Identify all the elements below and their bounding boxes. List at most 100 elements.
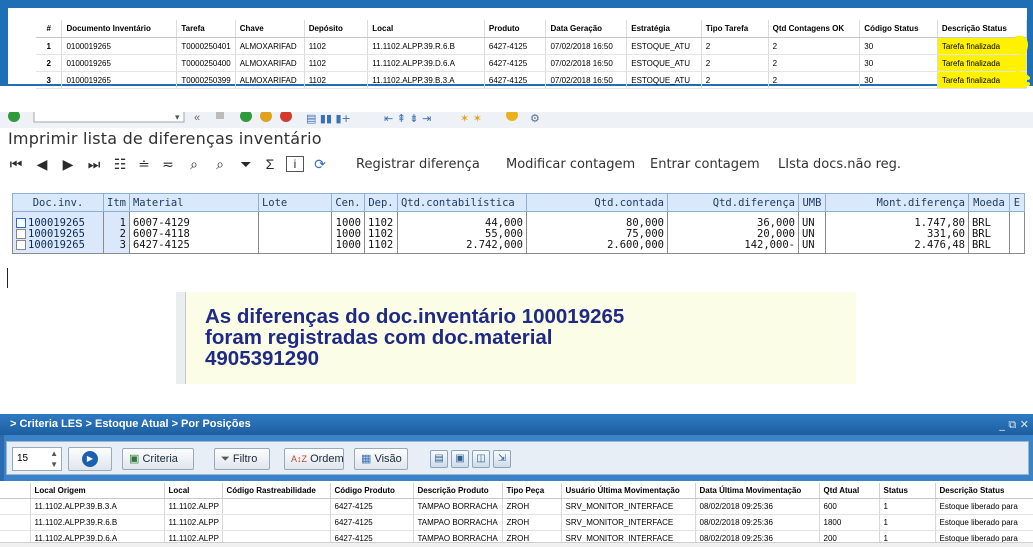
filtro-button[interactable]: ⏷ Filtro [214,448,270,470]
window-controls[interactable]: _ ⧉ ✕ [999,414,1029,435]
col-material[interactable]: Material [128,193,259,212]
modificar-contagem-button[interactable]: Modificar contagem [506,157,635,172]
stock-cell: 08/02/2018 09:25:36 [695,514,820,531]
col-lote[interactable]: Lote [257,193,332,212]
stock-col-header[interactable]: Data Última Movimentação [695,483,820,499]
first-page-icon[interactable]: ⏮ [8,156,24,172]
task-col-header[interactable]: Tipo Tarefa [701,20,769,38]
col-mont-diferenca[interactable]: Mont.diferença [824,193,969,212]
sort-ascending-icon[interactable]: ≐ [136,156,152,172]
criteria-button[interactable]: ▣ Criteria [122,448,194,470]
breadcrumb: > Criteria LES > Estoque Atual > Por Pos… [0,414,1033,435]
difference-row[interactable]: 100019265 1 6007-4129 1000 1102 44,000 80,000 3… [12,211,1025,229]
expand-icon[interactable]: ◫ [472,450,490,468]
sum-icon[interactable]: Σ [262,156,278,172]
back-icon [240,112,252,122]
task-col-header[interactable]: Documento Inventário [61,20,178,38]
task-col-header[interactable]: Tarefa [176,20,236,38]
stock-col-header[interactable]: Descrição Produto [413,483,503,499]
sort-descending-icon[interactable]: ≂ [160,156,176,172]
differences-table-header: Doc.inv. Itm Material Lote Cen. Dep. Qtd… [12,193,1025,212]
next-page-icon[interactable]: ▶ [60,156,76,172]
task-cell: 2 [701,71,769,89]
task-row[interactable]: 3 0100019265 T0000250399 ALMOXARIFAD 1102 11.… [36,71,1028,89]
export-excel-icon[interactable]: ▤ [430,450,448,468]
stock-col-header[interactable]: Local [164,483,223,499]
execute-button[interactable]: ▶ [68,447,112,471]
export-icon[interactable]: ⇲ [493,450,511,468]
task-col-header[interactable]: Local [367,20,485,38]
info-icon[interactable]: i [286,156,304,172]
col-qtd-contabilistica[interactable]: Qtd.contabilística [396,193,527,212]
task-cell: 0100019265 [61,71,178,89]
save-icon[interactable]: ▣ [451,450,469,468]
refresh-icon[interactable]: ⟳ [312,156,328,172]
visao-button[interactable]: ▦ Visão [354,448,408,470]
stock-row[interactable]: 11.1102.ALPP.39.R.6.B 11.1102.ALPP 6427-41… [0,514,1033,531]
filter-icon[interactable]: ⏷ [238,156,254,172]
stock-col-header[interactable]: Status [879,483,936,499]
task-cell: 0100019265 [61,54,178,72]
differences-table: Doc.inv. Itm Material Lote Cen. Dep. Qtd… [12,193,1025,254]
task-table-header: # Documento Inventário Tarefa Chave Depósito… [36,20,1028,38]
stock-positions-table: Local Origem Local Código Rastreabilidade C… [0,483,1033,547]
row-select-checkbox[interactable] [16,240,26,250]
task-col-header[interactable]: Estratégia [626,20,702,38]
col-umb[interactable]: UMB [797,193,826,212]
difference-row[interactable]: 100019265 3 6427-4125 1000 1102 2.742,000 2.60… [12,240,1025,254]
task-panel-frame: # Documento Inventário Tarefa Chave Depósito… [0,8,1033,89]
previous-page-icon[interactable]: ◀ [34,156,50,172]
col-e[interactable]: E [1008,193,1025,212]
stepper-arrows-icon[interactable]: ▲ ▼ [50,448,58,470]
stock-col-header[interactable]: Tipo Peça [502,483,562,499]
col-qtd-diferenca[interactable]: Qtd.diferença [666,193,799,212]
task-col-header[interactable]: Produto [484,20,547,38]
col-doc-inv[interactable]: Doc.inv. [12,193,104,212]
col-itm[interactable]: Itm [103,193,130,212]
umb-cell: UN [797,211,826,229]
task-col-header[interactable]: Código Status [859,20,938,38]
task-row[interactable]: 2 0100019265 T0000250400 ALMOXARIFAD 1102 11.… [36,54,1028,72]
row-select-checkbox[interactable] [16,229,26,239]
doc-inv-cell: 100019265 [12,211,104,229]
find-next-icon[interactable]: ⌕ [212,156,228,172]
find-icon[interactable]: ⌕ [186,156,202,172]
stock-col-header[interactable]: Código Rastreabilidade [222,483,331,499]
task-row[interactable]: 1 0100019265 T0000250401 ALMOXARIFAD 1102 11.… [36,37,1028,55]
stock-cell: 1800 [819,514,880,531]
task-col-header[interactable]: Data Geração [545,20,628,38]
entrar-contagem-button[interactable]: Entrar contagem [650,157,760,172]
task-cell: 6427-4125 [484,54,547,72]
details-icon[interactable]: ☷ [112,156,128,172]
task-cell: 07/02/2018 16:50 [545,37,628,55]
stock-col-header[interactable]: Usuário Última Movimentação [561,483,696,499]
view-icon: ▦ [361,453,372,465]
last-page-icon[interactable]: ⏭ [86,156,102,172]
bottom-scrollbar[interactable] [0,542,1033,547]
registrar-diferenca-button[interactable]: Registrar diferença [356,157,480,172]
qtd-contabil-cell: 44,000 [396,211,527,229]
stock-col-header[interactable]: Local Origem [30,483,165,499]
stock-row[interactable]: 11.1102.ALPP.39.B.3.A 11.1102.ALPP 6427-41… [0,498,1033,515]
stock-col-header[interactable] [0,483,31,499]
row-select-checkbox[interactable] [16,218,26,228]
task-col-header[interactable]: Qtd Contagens OK [768,20,861,38]
col-qtd-contada[interactable]: Qtd.contada [525,193,668,212]
stock-cell: ZROH [502,498,562,515]
stock-col-header[interactable]: Código Produto [330,483,414,499]
col-moeda[interactable]: Moeda [967,193,1010,212]
stock-col-header[interactable]: Qtd Atual [819,483,880,499]
centro-cell: 1000 [330,240,365,254]
deposito-cell: 1102 [363,240,398,254]
task-col-header[interactable]: Chave [235,20,305,38]
task-cell: 2 [701,37,769,55]
lista-docs-nao-reg-button[interactable]: LIsta docs.não reg. [778,157,901,172]
col-dep[interactable]: Dep. [363,193,398,212]
ordem-button[interactable]: A↕Z Ordem [284,448,344,470]
qtd-contabil-cell: 2.742,000 [396,240,527,254]
task-col-header[interactable]: # [36,20,63,38]
stock-col-header[interactable]: Descrição Status [935,483,1033,499]
task-col-header[interactable]: Depósito [304,20,369,38]
rows-per-page-stepper[interactable]: 15 ▲ ▼ [12,447,62,471]
col-cen[interactable]: Cen. [330,193,365,212]
